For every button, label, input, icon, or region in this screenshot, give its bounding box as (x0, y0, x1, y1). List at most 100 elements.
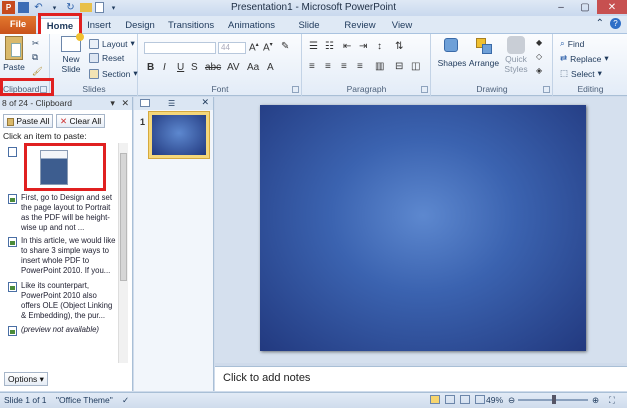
slides-view-tab-icon[interactable] (140, 99, 150, 107)
layout-button[interactable]: Layout ▾ (89, 38, 135, 49)
fit-to-window-icon[interactable]: ⛶ (609, 395, 615, 406)
shadow-button[interactable]: S (191, 62, 198, 73)
paragraph-launcher-icon[interactable] (421, 86, 428, 93)
character-spacing-icon[interactable]: AV (227, 62, 240, 73)
copy-icon[interactable]: ⧉ (32, 52, 38, 63)
paste-button[interactable]: Paste (2, 36, 26, 72)
font-color-icon[interactable]: A (267, 62, 274, 73)
tab-transitions[interactable]: Transitions (168, 18, 214, 34)
reset-button[interactable]: Reset (89, 53, 124, 63)
window-controls: – ▢ ✕ (549, 0, 627, 14)
slide-sorter-view-icon[interactable] (445, 395, 455, 404)
align-text-icon[interactable]: ⊟ (395, 61, 403, 72)
find-button[interactable]: ⌕ Find (560, 38, 584, 49)
align-left-icon[interactable]: ≡ (309, 61, 315, 72)
slide-canvas[interactable] (260, 105, 586, 351)
zoom-slider-thumb[interactable] (552, 395, 556, 404)
help-icon[interactable]: ? (610, 18, 621, 29)
underline-button[interactable]: U (177, 62, 184, 73)
arrange-icon (474, 36, 494, 58)
format-painter-icon[interactable]: 🖌 (32, 66, 43, 77)
tab-slide-show[interactable]: Slide Show (286, 18, 332, 46)
paste-all-icon (7, 117, 14, 126)
font-size-combo[interactable]: 44 (218, 42, 246, 54)
shape-effects-icon[interactable]: ◈ (536, 66, 542, 75)
new-slide-button[interactable]: New Slide (56, 33, 86, 74)
select-button[interactable]: ⬚ Select ▾ (560, 68, 602, 79)
shapes-button[interactable]: Shapes (436, 36, 468, 68)
slide-thumbnail-selection[interactable] (148, 111, 210, 159)
clipboard-item-text: First, go to Design and set the page lay… (21, 193, 113, 232)
maximize-button[interactable]: ▢ (573, 0, 597, 14)
arrange-button[interactable]: Arrange (468, 36, 500, 68)
slide-editing-area (215, 97, 627, 363)
shape-outline-icon[interactable]: ◇ (536, 52, 542, 61)
ribbon: Paste ✂ ⧉ 🖌 Clipboard New Slide Layout ▾ … (0, 33, 627, 96)
theme-status: "Office Theme" (56, 395, 113, 405)
replace-button[interactable]: ⇄ Replace ▾ (560, 53, 609, 64)
tab-animations[interactable]: Animations (228, 18, 275, 34)
tab-review[interactable]: Review (344, 18, 376, 34)
text-item-icon (8, 326, 17, 336)
clipboard-text-item[interactable]: First, go to Design and set the page lay… (8, 193, 116, 233)
quick-styles-button[interactable]: Quick Styles (500, 36, 532, 74)
smartart-icon[interactable]: ◫ (411, 61, 420, 72)
pane-close-icon[interactable]: ✕ (121, 98, 129, 108)
section-button[interactable]: Section ▾ (89, 68, 138, 79)
paragraph-group: ☰ ☷ ⇤ ⇥ ↕ ⇅ ≡ ≡ ≡ ≡ ▥ ⊟ ◫ Paragraph (303, 34, 431, 96)
strikethrough-button[interactable]: abc (205, 62, 221, 73)
find-label: Find (567, 38, 585, 49)
minimize-button[interactable]: – (549, 0, 573, 14)
reset-icon (89, 53, 99, 63)
clipboard-scrollbar[interactable] (118, 143, 128, 363)
font-name-combo[interactable] (144, 42, 216, 54)
notes-pane[interactable]: Click to add notes (215, 366, 627, 391)
zoom-out-icon[interactable]: ⊖ (508, 395, 515, 406)
scrollbar-thumb[interactable] (120, 153, 127, 281)
tab-file[interactable]: File (0, 16, 36, 34)
line-spacing-icon[interactable]: ↕ (377, 41, 382, 52)
bold-button[interactable]: B (147, 62, 154, 73)
font-launcher-icon[interactable] (292, 86, 299, 93)
zoom-level[interactable]: 49% (486, 395, 503, 405)
columns-icon[interactable]: ▥ (375, 61, 384, 72)
outline-view-tab-icon[interactable]: ☰ (168, 99, 175, 108)
view-buttons (430, 395, 485, 404)
arrange-label: Arrange (468, 58, 500, 68)
shape-fill-icon[interactable]: ◆ (536, 38, 542, 47)
decrease-indent-icon[interactable]: ⇤ (343, 41, 351, 52)
cut-icon[interactable]: ✂ (32, 38, 39, 49)
shrink-font-icon[interactable]: A▾ (263, 41, 273, 53)
numbering-icon[interactable]: ☷ (325, 41, 334, 52)
pane-menu-icon[interactable]: ▾ (110, 98, 115, 108)
tab-view[interactable]: View (390, 18, 414, 34)
slide-show-view-icon[interactable] (475, 395, 485, 404)
clipboard-text-item[interactable]: In this article, we would like to share … (8, 236, 116, 276)
text-direction-icon[interactable]: ⇅ (395, 41, 403, 52)
italic-button[interactable]: I (163, 62, 166, 73)
paste-all-button[interactable]: Paste All (3, 114, 54, 128)
zoom-in-icon[interactable]: ⊕ (592, 395, 599, 406)
reading-view-icon[interactable] (460, 395, 470, 404)
tab-insert[interactable]: Insert (86, 18, 112, 34)
clipboard-text-item[interactable]: Like its counterpart, PowerPoint 2010 al… (8, 281, 116, 321)
minimize-ribbon-icon[interactable]: ⌃ (596, 18, 604, 29)
close-button[interactable]: ✕ (597, 0, 627, 14)
tab-design[interactable]: Design (124, 18, 156, 34)
increase-indent-icon[interactable]: ⇥ (359, 41, 367, 52)
align-right-icon[interactable]: ≡ (341, 61, 347, 72)
thumbnail-pane-close-icon[interactable]: ✕ (201, 97, 209, 108)
options-button[interactable]: Options ▾ (4, 372, 48, 386)
bullets-icon[interactable]: ☰ (309, 41, 318, 52)
clear-formatting-icon[interactable]: ✎ (281, 41, 289, 52)
align-center-icon[interactable]: ≡ (325, 61, 331, 72)
spell-check-icon[interactable]: ✓ (122, 395, 129, 406)
clear-all-button[interactable]: ✕ Clear All (56, 114, 106, 128)
clipboard-text-item[interactable]: (preview not available) (8, 325, 116, 336)
justify-icon[interactable]: ≡ (357, 61, 363, 72)
change-case-icon[interactable]: Aa (247, 62, 259, 73)
normal-view-icon[interactable] (430, 395, 440, 404)
grow-font-icon[interactable]: A▴ (249, 41, 259, 53)
reset-label: Reset (102, 53, 125, 63)
drawing-launcher-icon[interactable] (543, 86, 550, 93)
